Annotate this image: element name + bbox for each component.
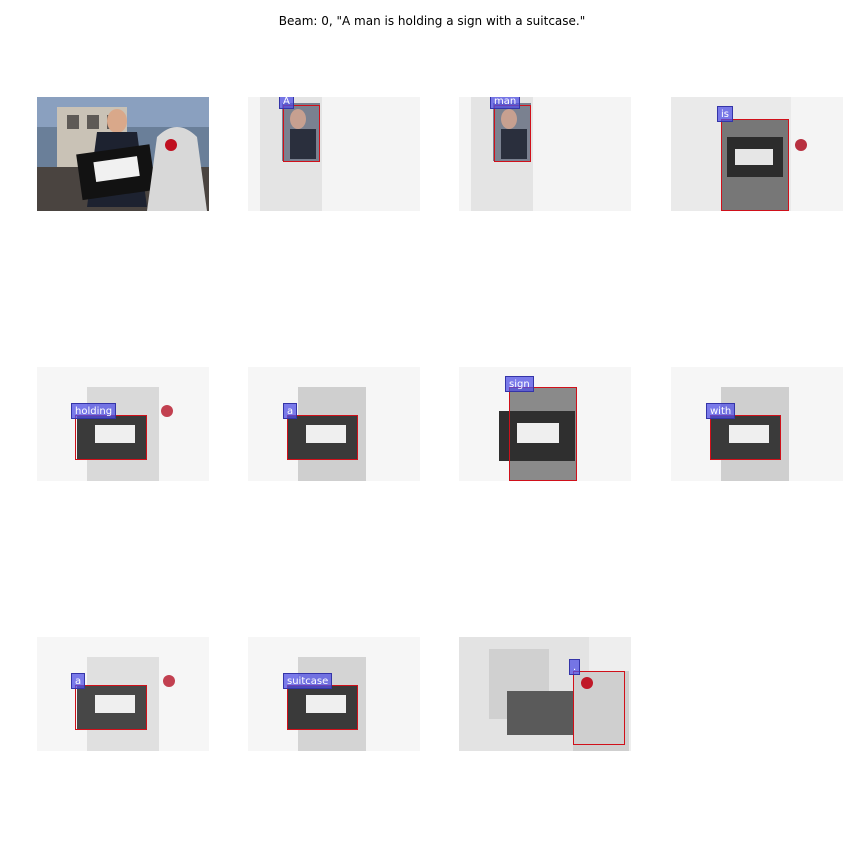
attention-panel-3: is (671, 97, 843, 211)
attention-panel-7: with (671, 367, 843, 481)
attention-box (710, 415, 781, 460)
attention-panel-9: suitcase (248, 637, 420, 751)
figure-title: Beam: 0, "A man is holding a sign with a… (278, 14, 586, 28)
attention-panel-8: a (37, 637, 209, 751)
word-tag: . (569, 659, 581, 675)
word-tag: is (717, 106, 733, 122)
word-tag: holding (71, 403, 117, 419)
original-photo (37, 97, 209, 211)
word-tag: suitcase (283, 673, 333, 689)
attention-box (509, 387, 577, 481)
attention-box (494, 105, 531, 162)
attention-panel-2: man (459, 97, 631, 211)
attention-panel-10: . (459, 637, 631, 751)
attention-box (75, 415, 147, 460)
attention-box (573, 671, 625, 745)
word-tag: a (283, 403, 298, 419)
word-tag: A (279, 97, 294, 109)
attention-box (287, 415, 358, 460)
word-tag: with (706, 403, 736, 419)
word-tag: sign (505, 376, 534, 392)
attention-box (283, 105, 320, 162)
attention-panel-5: a (248, 367, 420, 481)
attention-box (287, 685, 358, 730)
attention-panel-4: holding (37, 367, 209, 481)
word-tag: a (71, 673, 86, 689)
word-tag: man (490, 97, 521, 109)
attention-panel-6: sign (459, 367, 631, 481)
attention-box (75, 685, 147, 730)
attention-box (721, 119, 789, 211)
attention-panel-1: A (248, 97, 420, 211)
